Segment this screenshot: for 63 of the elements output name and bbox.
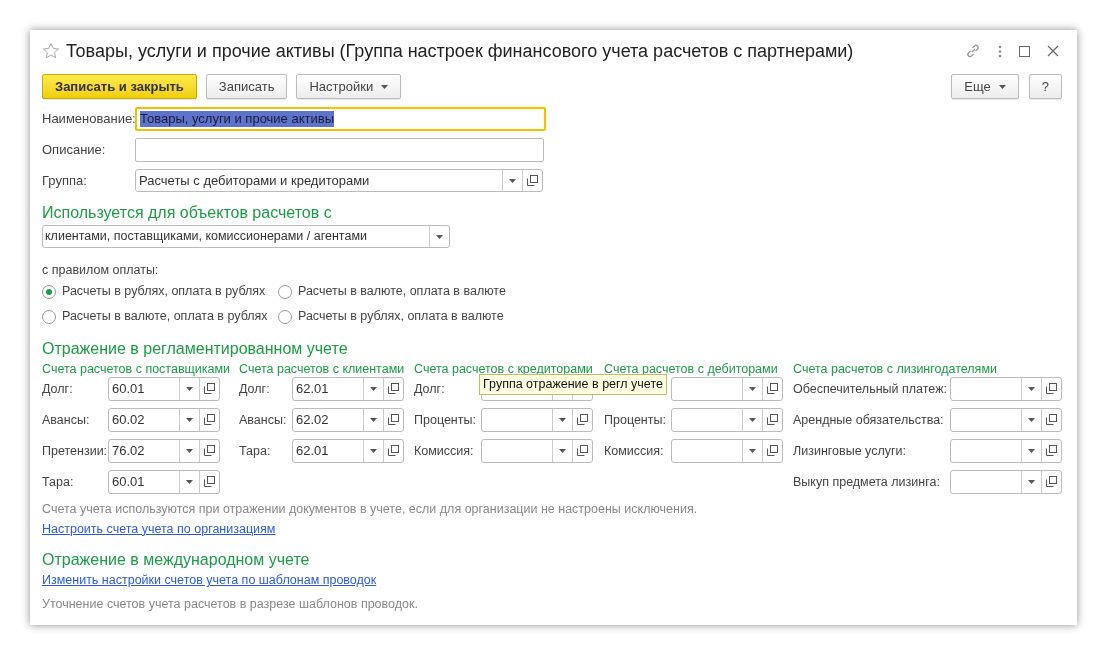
field-value: 62.01 <box>296 442 329 458</box>
radio-option[interactable]: Расчеты в рублях, оплата в рублях <box>42 282 278 301</box>
column-title: Счета расчетов с кредиторами <box>414 360 594 376</box>
account-field[interactable]: 60.01 <box>108 376 220 401</box>
field-value: Товары, услуги и прочие активы <box>140 111 334 127</box>
settings-link[interactable]: Настроить счета учета по организациям <box>42 519 276 539</box>
account-label: Тара: <box>42 474 74 489</box>
menu-button[interactable]: Еще <box>951 74 1019 99</box>
account-field[interactable]: 62.01 <box>292 376 404 401</box>
section-title: Используется для объектов расчетов с <box>42 203 333 223</box>
account-field[interactable]: 76.02 <box>108 438 220 463</box>
menu-button[interactable]: Настройки <box>296 74 402 99</box>
note-text: Счета учета используются при отражении документов в учете, если для организации не настроены исключения. <box>42 500 699 518</box>
group-field[interactable]: Расчеты с дебиторами и кредиторами <box>135 169 543 192</box>
account-label: Авансы: <box>42 412 90 427</box>
account-field[interactable]: 60.01 <box>108 469 220 494</box>
account-field[interactable]: 62.02 <box>292 407 404 432</box>
account-label: Выкуп предмета лизинга: <box>793 474 940 489</box>
account-label: Долг: <box>42 381 73 396</box>
text-field[interactable]: Товары, услуги и прочие активы <box>135 107 546 131</box>
section-title: Отражение в международном учете <box>42 550 311 571</box>
account-label: Авансы: <box>239 412 287 427</box>
column-title: Счета расчетов с поставщиками <box>42 360 232 376</box>
column-title: Счета расчетов с клиентами <box>239 360 406 376</box>
account-label: Долг: <box>414 381 445 396</box>
tooltip: Группа отражение в регл учете <box>479 373 667 395</box>
field-value: 60.01 <box>112 380 145 396</box>
payment-rule-label: с правилом оплаты: <box>42 262 160 279</box>
objects-field[interactable]: клиентами, поставщиками, комиссионерами / агентами <box>42 225 450 248</box>
field-value: 62.01 <box>296 380 329 396</box>
radio-option[interactable]: Расчеты в валюте, оплата в валюте <box>278 282 506 301</box>
column-title: Счета расчетов с дебиторами <box>604 360 779 376</box>
field-value: 76.02 <box>112 442 145 458</box>
account-label: Обеспечительный платеж: <box>793 381 947 396</box>
note-text: Уточнение счетов учета расчетов в разрезе шаблонов проводок. <box>42 596 419 613</box>
account-label: Проценты: <box>604 412 666 427</box>
account-label: Комиссия: <box>414 443 474 458</box>
field-value: 60.01 <box>112 473 145 489</box>
account-label: Тара: <box>239 443 271 458</box>
account-label: Претензии: <box>42 443 108 458</box>
account-field[interactable]: 60.02 <box>108 407 220 432</box>
field-label: Описание: <box>42 141 107 160</box>
toolbar-button[interactable]: Записать <box>205 74 288 99</box>
field-value: 60.02 <box>112 411 145 427</box>
column-title: Счета расчетов с лизингодателями <box>793 360 998 376</box>
field-value: клиентами, поставщиками, комиссионерами / агентами <box>44 228 368 245</box>
account-field[interactable]: 62.01 <box>292 438 404 463</box>
field-value: Расчеты с дебиторами и кредиторами <box>138 172 371 190</box>
field-value: 62.02 <box>296 411 329 427</box>
account-label: Проценты: <box>414 412 476 427</box>
account-label: Комиссия: <box>604 443 664 458</box>
window-title: Товары, услуги и прочие активы (Группа настроек финансового учета расчетов с партнерами) <box>66 39 854 63</box>
toolbar-button[interactable]: ? <box>1028 74 1062 99</box>
section-title: Отражение в регламентированном учете <box>42 338 349 359</box>
field-label: Группа: <box>42 171 88 190</box>
field-label: Наименование: <box>42 110 135 129</box>
radio-option[interactable]: Расчеты в валюте, оплата в рублях <box>42 307 278 326</box>
radio-option[interactable]: Расчеты в рублях, оплата в валюте <box>278 307 506 326</box>
account-label: Лизинговые услуги: <box>793 443 906 458</box>
templates-link[interactable]: Изменить настройки счетов учета по шаблонам проводок <box>42 571 377 590</box>
account-label: Арендные обязательства: <box>793 412 944 427</box>
account-label: Долг: <box>239 381 270 396</box>
toolbar-button[interactable]: Записать и закрыть <box>42 74 197 99</box>
